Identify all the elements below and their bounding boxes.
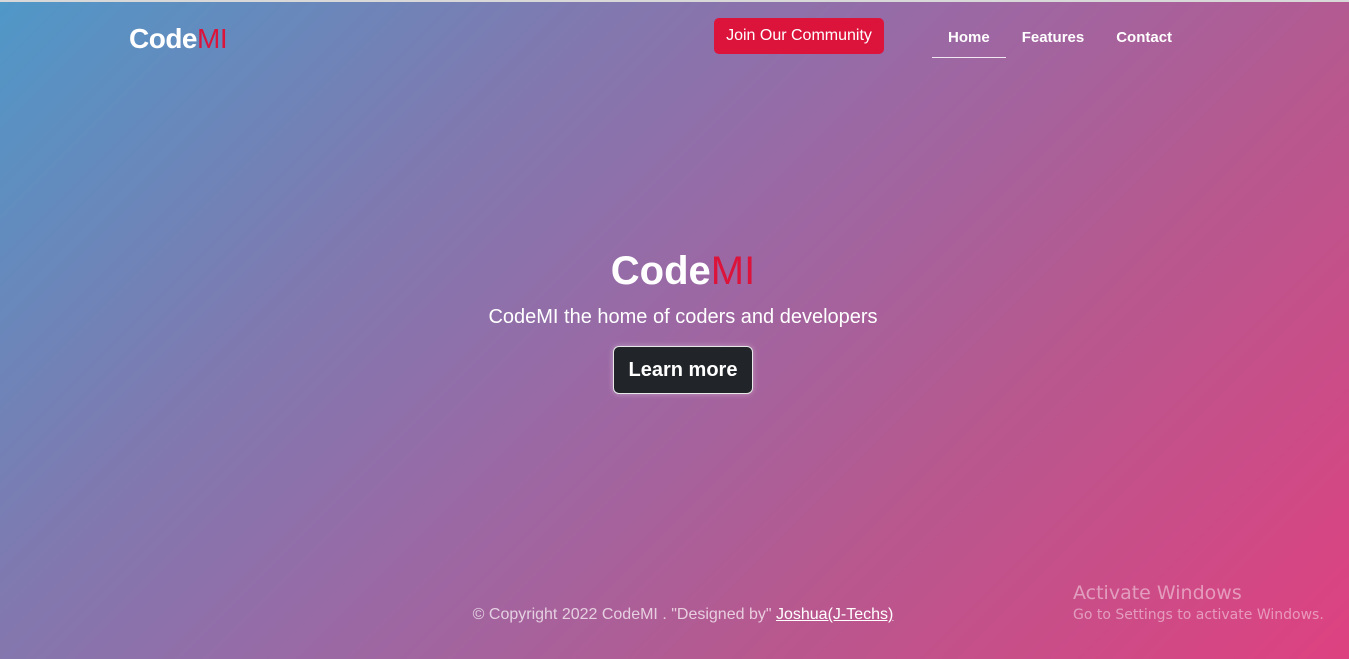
main-nav: Home Features Contact: [932, 22, 1188, 58]
nav-item-contact[interactable]: Contact: [1100, 22, 1188, 58]
hero-section: CodeMI CodeMI the home of coders and dev…: [0, 245, 1349, 394]
watermark-subtitle: Go to Settings to activate Windows.: [1073, 607, 1324, 623]
join-community-button[interactable]: Join Our Community: [714, 18, 884, 54]
activate-windows-watermark: Activate Windows Go to Settings to activ…: [1073, 581, 1324, 625]
watermark-title: Activate Windows: [1073, 582, 1242, 604]
hero-title: CodeMI: [0, 245, 1349, 297]
hero-title-code: Code: [610, 249, 711, 293]
logo-code-text: Code: [129, 23, 198, 54]
logo[interactable]: CodeMI: [129, 22, 228, 56]
nav-item-home[interactable]: Home: [932, 22, 1006, 58]
learn-more-button[interactable]: Learn more: [613, 346, 753, 394]
hero-subtitle: CodeMI the home of coders and developers: [488, 306, 878, 328]
copyright-text: © Copyright 2022 CodeMI . "Designed by": [472, 606, 772, 623]
logo-mi-text: MI: [197, 23, 228, 54]
designer-link[interactable]: Joshua(J-Techs): [776, 606, 893, 623]
nav-item-features[interactable]: Features: [1006, 22, 1101, 58]
hero-title-mi: MI: [710, 249, 756, 293]
